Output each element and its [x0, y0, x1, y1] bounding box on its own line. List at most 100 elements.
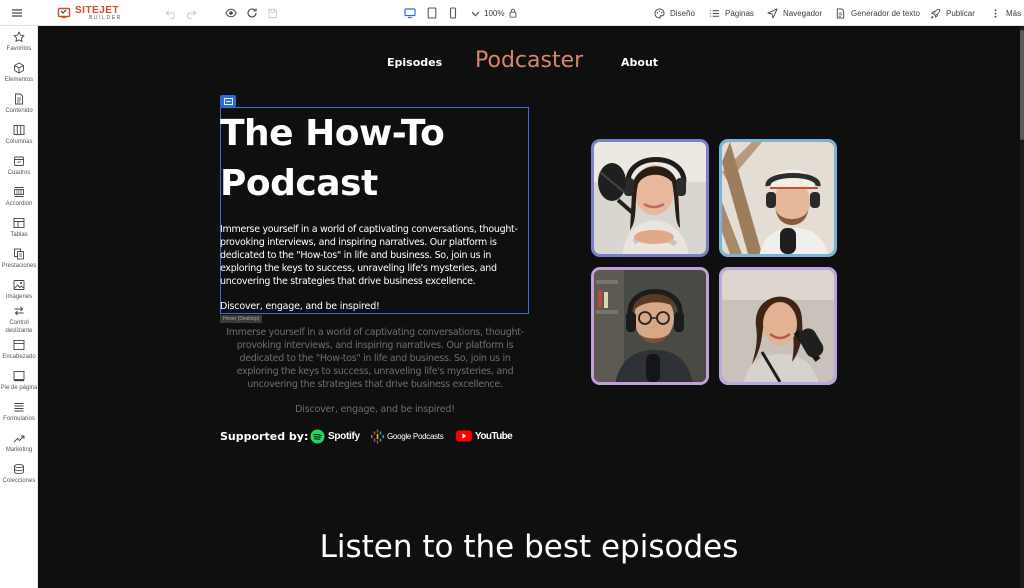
desktop-view-icon[interactable]	[404, 0, 416, 26]
cube-icon	[14, 62, 24, 74]
navigator-button-label: Navegador	[783, 8, 823, 18]
more-button[interactable]: Más	[990, 0, 1021, 26]
sidebar-item-columnas[interactable]: Columnas	[0, 124, 38, 146]
sidebar-item-label: Accordion	[5, 201, 33, 207]
features-icon	[14, 248, 24, 260]
elements-sidebar: Favoritos Elementos Contenido Columnas C…	[0, 26, 38, 588]
document-text-icon	[836, 7, 845, 19]
box-icon	[14, 156, 24, 166]
navigation-arrow-icon	[767, 7, 778, 19]
canvas-scrollbar[interactable]	[1020, 26, 1024, 588]
tablet-view-icon[interactable]	[426, 0, 438, 26]
spotify-wordmark: Spotify	[328, 430, 360, 442]
lock-icon[interactable]	[508, 0, 518, 26]
design-button-label: Diseño	[670, 8, 695, 18]
sidebar-item-label: Pie de página	[0, 385, 38, 391]
navigator-button[interactable]: Navegador	[767, 0, 822, 26]
refresh-icon[interactable]	[246, 0, 258, 26]
podcaster-photo[interactable]	[719, 139, 837, 257]
sidebar-item-accordion[interactable]: Accordion	[0, 186, 38, 208]
sidebar-item-pie-de-pagina[interactable]: Pie de página	[0, 370, 38, 392]
top-toolbar: SITEJET BUILDER 100% Diseño Páginas Nave…	[0, 0, 1024, 26]
youtube-play-icon	[456, 430, 472, 442]
sidebar-item-prestaciones[interactable]: Prestaciones	[0, 248, 38, 270]
hero-description[interactable]: Immerse yourself in a world of captivati…	[220, 223, 530, 288]
google-podcasts-wordmark: Google Podcasts	[387, 431, 444, 441]
slider-arrows-icon	[14, 306, 24, 316]
sidebar-item-formularios[interactable]: Formularios	[0, 401, 38, 423]
publish-button[interactable]: Publicar	[930, 0, 975, 26]
supported-by-label: Supported by:	[220, 430, 309, 443]
more-button-label: Más	[1006, 8, 1022, 18]
redo-icon[interactable]	[186, 0, 197, 26]
palette-icon	[654, 7, 665, 19]
hero-tagline[interactable]: Discover, engage, and be inspired!	[220, 301, 380, 312]
podcaster-photo[interactable]	[719, 267, 837, 385]
more-vertical-icon	[994, 8, 997, 18]
spotify-icon	[310, 428, 325, 444]
sidebar-item-tablas[interactable]: Tablas	[0, 217, 38, 239]
trending-up-icon	[13, 435, 25, 443]
columns-icon	[13, 125, 25, 135]
undo-icon[interactable]	[165, 0, 176, 26]
sidebar-item-contenido[interactable]: Contenido	[0, 93, 38, 115]
sidebar-item-label: Elementos	[4, 77, 34, 83]
logo-subtitle: BUILDER	[89, 14, 122, 21]
table-icon	[13, 218, 25, 228]
youtube-wordmark: YouTube	[475, 430, 513, 442]
logo-wordmark: SITEJET	[75, 4, 120, 16]
editor-canvas[interactable]: Episodes Podcaster About The How-To Podc…	[38, 26, 1024, 588]
mobile-view-icon[interactable]	[447, 0, 459, 26]
podcaster-photo[interactable]	[591, 139, 709, 257]
sidebar-item-label: Columnas	[5, 139, 33, 145]
header-layout-icon	[13, 340, 25, 350]
sidebar-item-encabezado[interactable]: Encabezado	[0, 339, 38, 361]
sidebar-item-label: Favoritos	[6, 46, 32, 52]
sidebar-item-label: Control deslizante	[5, 320, 33, 334]
sidebar-item-label: Contenido	[5, 108, 33, 114]
sidebar-item-control-deslizante[interactable]: Control deslizante	[0, 305, 38, 335]
image-icon	[13, 280, 25, 290]
accordion-icon	[14, 187, 24, 197]
man-with-cap-image	[722, 142, 834, 254]
sidebar-item-label: Formularios	[3, 416, 35, 422]
zoom-dropdown[interactable]: 100%	[470, 0, 504, 26]
nav-link-about[interactable]: About	[621, 56, 658, 69]
database-icon	[14, 463, 24, 475]
sidebar-item-label: Colecciones	[2, 478, 36, 484]
section-heading[interactable]: Listen to the best episodes	[38, 529, 1020, 565]
sidebar-item-label: Cuadros	[7, 170, 31, 176]
hamburger-menu-icon[interactable]	[11, 0, 23, 26]
google-podcasts-icon	[371, 428, 384, 444]
sidebar-item-elementos[interactable]: Elementos	[0, 62, 38, 84]
scrollbar-thumb[interactable]	[1020, 30, 1024, 140]
footer-layout-icon	[13, 371, 25, 382]
man-with-glasses-image	[594, 270, 706, 382]
save-icon[interactable]	[267, 0, 278, 26]
design-button[interactable]: Diseño	[654, 0, 695, 26]
spotify-logo: Spotify	[310, 428, 360, 444]
site-brand-logo[interactable]: Podcaster	[475, 48, 583, 73]
sidebar-item-imagenes[interactable]: Imágenes	[0, 279, 38, 301]
hover-preview-description: Immerse yourself in a world of captivati…	[226, 327, 524, 390]
sidebar-item-favoritos[interactable]: Favoritos	[0, 31, 38, 53]
rocket-icon	[930, 8, 941, 19]
sidebar-item-colecciones[interactable]: Colecciones	[0, 463, 38, 485]
podcaster-photo[interactable]	[591, 267, 709, 385]
preview-eye-icon[interactable]	[225, 0, 237, 26]
sidebar-item-cuadros[interactable]: Cuadros	[0, 155, 38, 177]
nav-link-episodes[interactable]: Episodes	[387, 56, 442, 69]
sidebar-item-marketing[interactable]: Marketing	[0, 432, 38, 454]
sitejet-logo-icon	[57, 7, 71, 19]
pages-button[interactable]: Páginas	[709, 0, 754, 26]
text-generator-button-label: Generador de texto	[851, 8, 920, 18]
woman-smiling-microphone-image	[722, 270, 834, 382]
hover-state-tag: Hover (Desktop)	[220, 315, 263, 323]
sidebar-item-label: Prestaciones	[1, 263, 37, 269]
text-generator-button[interactable]: Generador de texto	[835, 0, 920, 26]
element-edit-badge[interactable]	[220, 95, 236, 107]
sidebar-item-label: Imágenes	[5, 294, 33, 300]
hero-title[interactable]: The How-To Podcast	[220, 109, 520, 209]
pages-list-icon	[709, 9, 720, 17]
publish-button-label: Publicar	[946, 8, 975, 18]
